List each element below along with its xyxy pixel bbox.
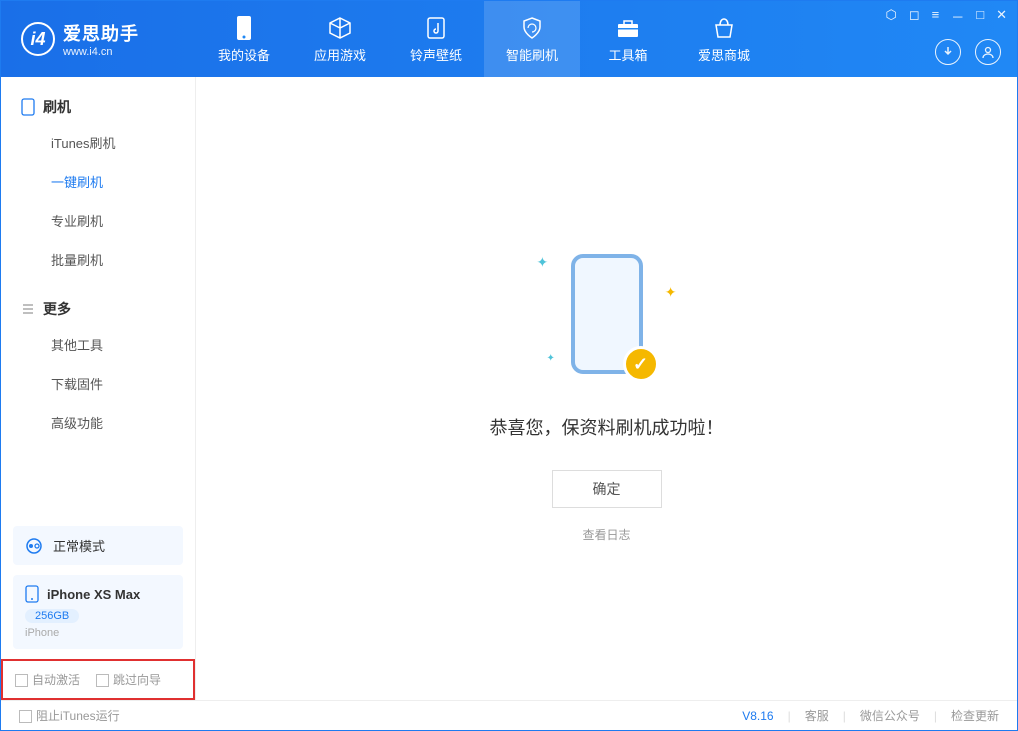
device-icon bbox=[231, 15, 257, 41]
maximize-button[interactable]: □ bbox=[976, 7, 984, 26]
device-type-label: iPhone bbox=[25, 627, 171, 639]
app-logo-icon: i4 bbox=[21, 22, 55, 56]
tab-apps-games[interactable]: 应用游戏 bbox=[292, 1, 388, 77]
phone-icon bbox=[21, 98, 35, 116]
sidebar-item-oneclick-flash[interactable]: 一键刷机 bbox=[1, 162, 195, 201]
list-icon bbox=[21, 302, 35, 316]
sidebar-item-other-tools[interactable]: 其他工具 bbox=[1, 325, 195, 364]
ok-button[interactable]: 确定 bbox=[552, 470, 662, 508]
tab-label: 应用游戏 bbox=[314, 45, 366, 64]
app-subtitle: www.i4.cn bbox=[63, 46, 139, 58]
mode-label: 正常模式 bbox=[53, 536, 105, 555]
device-phone-icon bbox=[25, 585, 39, 603]
main-content: ✦ ✦ ✦ ✓ 恭喜您，保资料刷机成功啦！ 确定 查看日志 bbox=[196, 77, 1017, 700]
checkbox-auto-activate[interactable]: 自动激活 bbox=[15, 671, 80, 688]
version-label: V8.16 bbox=[742, 709, 773, 723]
toolbox-icon bbox=[615, 15, 641, 41]
device-box[interactable]: iPhone XS Max 256GB iPhone bbox=[13, 575, 183, 649]
app-title: 爱思助手 bbox=[63, 20, 139, 46]
mode-icon bbox=[25, 537, 43, 555]
sidebar-group-flash: 刷机 bbox=[1, 87, 195, 123]
tab-store[interactable]: 爱思商城 bbox=[676, 1, 772, 77]
wechat-link[interactable]: 微信公众号 bbox=[860, 707, 920, 724]
statusbar: 阻止iTunes运行 V8.16 | 客服 | 微信公众号 | 检查更新 bbox=[1, 700, 1017, 730]
sidebar-item-itunes-flash[interactable]: iTunes刷机 bbox=[1, 123, 195, 162]
success-illustration: ✦ ✦ ✦ ✓ bbox=[517, 234, 697, 394]
sidebar-item-advanced[interactable]: 高级功能 bbox=[1, 403, 195, 442]
music-file-icon bbox=[423, 15, 449, 41]
success-message: 恭喜您，保资料刷机成功啦！ bbox=[490, 414, 724, 440]
tab-label: 铃声壁纸 bbox=[410, 45, 462, 64]
view-log-link[interactable]: 查看日志 bbox=[582, 526, 630, 543]
titlebar: i4 爱思助手 www.i4.cn 我的设备 应用游戏 铃声壁纸 智能刷机 工具… bbox=[1, 1, 1017, 77]
sidebar-item-pro-flash[interactable]: 专业刷机 bbox=[1, 201, 195, 240]
minimize-button[interactable]: － bbox=[951, 7, 964, 26]
tab-label: 爱思商城 bbox=[698, 45, 750, 64]
feedback-icon[interactable]: ◻ bbox=[909, 7, 920, 26]
highlighted-checkbox-row: 自动激活 跳过向导 bbox=[1, 659, 195, 700]
tab-ringtone-wallpaper[interactable]: 铃声壁纸 bbox=[388, 1, 484, 77]
tshirt-icon[interactable]: ⬡ bbox=[885, 7, 896, 26]
logo-area: i4 爱思助手 www.i4.cn bbox=[1, 20, 196, 58]
tab-label: 工具箱 bbox=[608, 45, 647, 64]
tab-label: 我的设备 bbox=[218, 45, 270, 64]
close-button[interactable]: ✕ bbox=[996, 7, 1007, 26]
user-icon[interactable] bbox=[975, 39, 1001, 65]
mode-box[interactable]: 正常模式 bbox=[13, 526, 183, 565]
shield-refresh-icon bbox=[519, 15, 545, 41]
window-controls: ⬡ ◻ ≡ － □ ✕ bbox=[885, 7, 1007, 26]
tab-my-device[interactable]: 我的设备 bbox=[196, 1, 292, 77]
checkbox-block-itunes[interactable]: 阻止iTunes运行 bbox=[19, 707, 120, 724]
sidebar-item-download-firmware[interactable]: 下载固件 bbox=[1, 364, 195, 403]
menu-icon[interactable]: ≡ bbox=[932, 7, 940, 26]
sidebar-group-more: 更多 bbox=[1, 289, 195, 325]
customer-service-link[interactable]: 客服 bbox=[805, 707, 829, 724]
device-name-label: iPhone XS Max bbox=[47, 587, 140, 602]
checkbox-skip-guide[interactable]: 跳过向导 bbox=[96, 671, 161, 688]
store-icon bbox=[711, 15, 737, 41]
capacity-badge: 256GB bbox=[25, 609, 79, 623]
check-update-link[interactable]: 检查更新 bbox=[951, 707, 999, 724]
tab-toolbox[interactable]: 工具箱 bbox=[580, 1, 676, 77]
sidebar: 刷机 iTunes刷机 一键刷机 专业刷机 批量刷机 更多 其他工具 下载固件 … bbox=[1, 77, 196, 700]
cube-icon bbox=[327, 15, 353, 41]
download-icon[interactable] bbox=[935, 39, 961, 65]
nav-tabs: 我的设备 应用游戏 铃声壁纸 智能刷机 工具箱 爱思商城 bbox=[196, 1, 772, 77]
tab-label: 智能刷机 bbox=[506, 45, 558, 64]
tab-smart-flash[interactable]: 智能刷机 bbox=[484, 1, 580, 77]
sidebar-item-batch-flash[interactable]: 批量刷机 bbox=[1, 240, 195, 279]
check-badge-icon: ✓ bbox=[623, 346, 659, 382]
